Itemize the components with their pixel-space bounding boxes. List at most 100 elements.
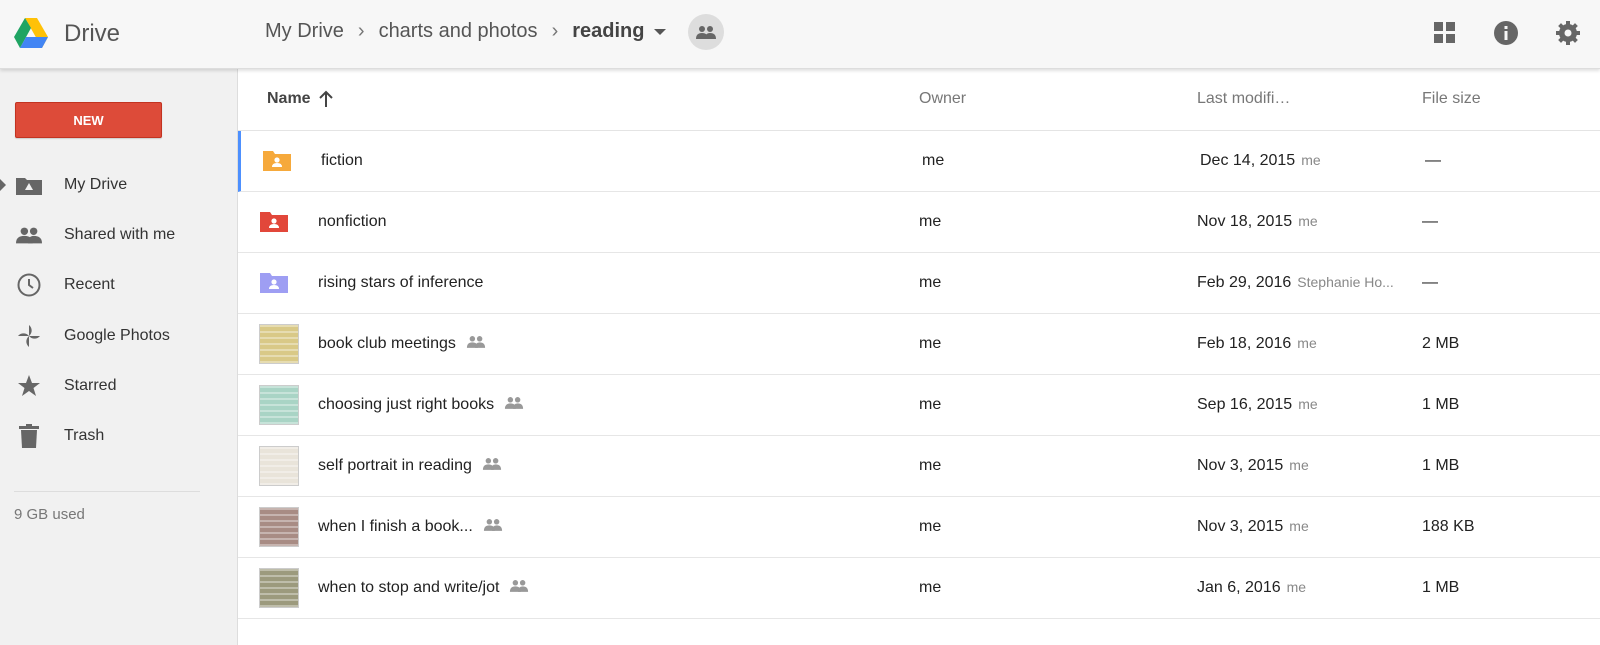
sidebar-item-google-photos[interactable]: Google Photos [0,316,238,356]
modified-by: Stephanie Ho... [1297,274,1394,290]
last-modified: Nov 18, 2015 me [1197,213,1318,230]
active-indicator-icon [0,179,6,191]
modified-by: me [1298,396,1318,412]
image-thumbnail [259,324,299,364]
file-owner: me [919,579,942,596]
file-name[interactable]: rising stars of inference [318,274,483,292]
file-owner: me [919,335,942,352]
last-modified: Feb 29, 2016 Stephanie Ho... [1197,274,1394,291]
shared-people-icon [504,396,524,414]
modified-by: me [1298,213,1318,229]
file-name[interactable]: when to stop and write/jot [318,579,529,597]
column-file-size[interactable]: File size [1422,90,1481,108]
sidebar-item-label: Starred [64,377,117,394]
shared-folder-icon [260,273,288,293]
last-modified: Feb 18, 2016 me [1197,335,1317,352]
table-row[interactable]: when to stop and write/jot me Jan 6, 2016 m… [238,558,1600,619]
shared-folder-button[interactable] [688,14,724,50]
drive-logo-icon[interactable] [14,18,48,48]
clock-icon [16,273,42,297]
shared-people-icon [482,457,502,475]
modified-by: me [1286,579,1307,595]
folder-menu-caret-icon[interactable] [654,28,667,35]
table-row[interactable]: self portrait in reading me Nov 3, 2015 me 1… [238,436,1600,497]
breadcrumb-reading[interactable]: reading [572,20,644,43]
file-owner: me [919,396,942,413]
new-button[interactable]: NEW [15,102,162,138]
sidebar: NEW My Drive Shared with me Recent Googl… [0,69,238,645]
breadcrumb-separator-icon: › [357,20,365,42]
shared-people-icon [483,518,503,536]
table-row[interactable]: rising stars of inference me Feb 29, 2016 S… [238,253,1600,314]
table-row[interactable]: when I finish a book... me Nov 3, 2015 me 18… [238,497,1600,558]
sidebar-item-label: My Drive [64,176,128,193]
sidebar-item-label: Google Photos [64,327,170,344]
top-bar: Drive My Drive › charts and photos › rea… [0,0,1600,69]
column-last-modified[interactable]: Last modifi… [1197,90,1290,108]
table-row[interactable]: fiction me Dec 14, 2015 me — [238,131,1600,192]
column-header-row: Name Owner Last modifi… File size [238,69,1600,131]
table-row[interactable]: book club meetings me Feb 18, 2016 me 2 MB [238,314,1600,375]
sidebar-item-label: Trash [64,427,105,444]
last-modified: Dec 14, 2015 me [1200,152,1321,169]
file-size: — [1422,213,1438,230]
modified-by: me [1301,152,1321,168]
last-modified: Sep 16, 2015 me [1197,396,1318,413]
file-size: 2 MB [1422,335,1460,352]
sidebar-item-trash[interactable]: Trash [0,416,238,456]
file-size: — [1425,152,1441,169]
image-thumbnail [259,446,299,486]
shared-people-icon [466,335,486,353]
file-owner: me [922,152,945,169]
sidebar-item-my-drive[interactable]: My Drive [0,165,238,205]
sidebar-item-label: Recent [64,276,115,293]
sort-ascending-arrow-icon [319,90,333,107]
breadcrumb-charts-and-photos[interactable]: charts and photos [379,20,538,43]
file-owner: me [919,213,942,230]
app-title[interactable]: Drive [64,20,120,48]
trash-icon [16,424,42,448]
sidebar-item-starred[interactable]: Starred [0,366,238,406]
my-drive-icon [16,173,42,197]
file-size: 1 MB [1422,579,1460,596]
file-name[interactable]: when I finish a book... [318,518,503,536]
table-row[interactable]: nonfiction me Nov 18, 2015 me — [238,192,1600,253]
modified-by: me [1289,518,1309,534]
file-name[interactable]: book club meetings [318,335,486,353]
shared-folder-icon [260,212,288,232]
file-name[interactable]: fiction [321,152,363,170]
sidebar-item-shared-with-me[interactable]: Shared with me [0,215,238,255]
file-size: — [1422,274,1438,291]
settings-icon[interactable] [1555,20,1581,46]
info-icon[interactable] [1493,20,1519,46]
sidebar-divider [14,491,200,492]
star-icon [16,374,42,398]
shared-people-icon [16,223,42,247]
modified-by: me [1297,335,1317,351]
table-row[interactable]: choosing just right books me Sep 16, 2015 m… [238,375,1600,436]
image-thumbnail [259,385,299,425]
photos-pinwheel-icon [16,324,42,348]
sidebar-item-recent[interactable]: Recent [0,265,238,305]
breadcrumb-my-drive[interactable]: My Drive [265,20,344,43]
file-owner: me [919,518,942,535]
file-name[interactable]: nonfiction [318,213,387,231]
shared-people-icon [509,579,529,597]
sidebar-item-label: Shared with me [64,226,176,243]
file-name[interactable]: self portrait in reading [318,457,502,475]
file-list: Name Owner Last modifi… File size fictio… [238,69,1600,645]
image-thumbnail [259,568,299,608]
last-modified: Nov 3, 2015 me [1197,457,1309,474]
column-owner[interactable]: Owner [919,90,966,108]
file-size: 188 KB [1422,518,1475,535]
file-name[interactable]: choosing just right books [318,396,524,414]
file-size: 1 MB [1422,457,1460,474]
last-modified: Jan 6, 2016 me [1197,579,1307,596]
image-thumbnail [259,507,299,547]
storage-usage: 9 GB used [14,506,85,523]
modified-by: me [1289,457,1309,473]
breadcrumb: My Drive › charts and photos › reading [265,20,667,43]
column-name[interactable]: Name [267,90,333,108]
grid-view-icon[interactable] [1432,20,1458,46]
file-owner: me [919,274,942,291]
